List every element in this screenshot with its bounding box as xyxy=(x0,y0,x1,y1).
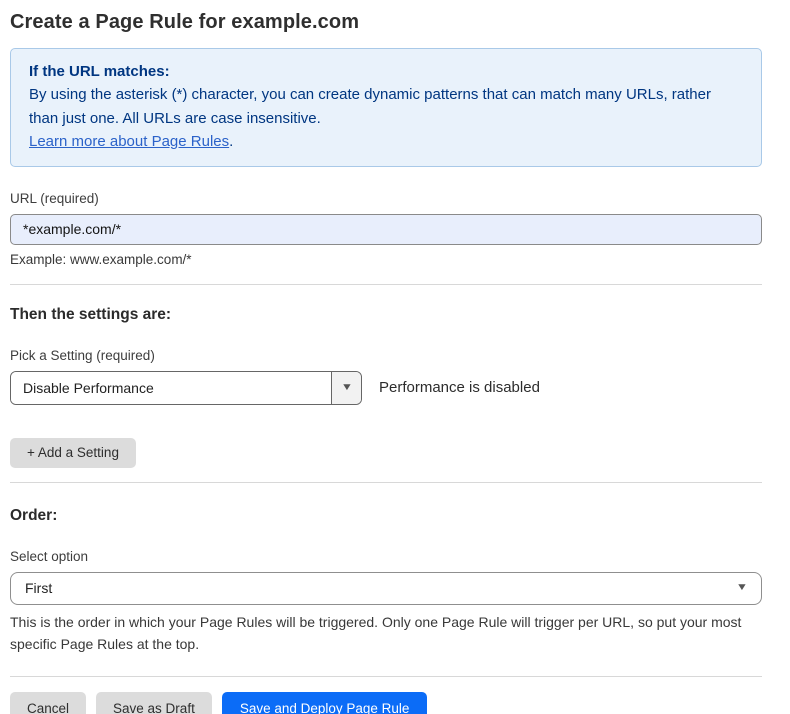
chevron-down-icon: ▼ xyxy=(736,583,748,593)
setting-row: Disable Performance ▼ Performance is dis… xyxy=(10,371,762,405)
setting-select[interactable]: Disable Performance ▼ xyxy=(10,371,362,405)
order-helper-text: This is the order in which your Page Rul… xyxy=(10,611,762,656)
callout-heading: If the URL matches: xyxy=(29,60,743,83)
link-period: . xyxy=(229,133,233,150)
order-section-heading: Order: xyxy=(10,507,762,525)
callout-link-line: Learn more about Page Rules. xyxy=(29,130,743,153)
order-select[interactable]: First ▼ xyxy=(10,572,762,605)
save-and-deploy-button[interactable]: Save and Deploy Page Rule xyxy=(222,692,428,714)
add-setting-button[interactable]: + Add a Setting xyxy=(10,438,136,468)
page-rule-form: Create a Page Rule for example.com If th… xyxy=(10,11,762,714)
order-select-label: Select option xyxy=(10,549,762,564)
setting-select-arrow-button[interactable]: ▼ xyxy=(331,372,361,404)
page-title: Create a Page Rule for example.com xyxy=(10,11,762,34)
learn-more-link[interactable]: Learn more about Page Rules xyxy=(29,133,229,150)
chevron-down-icon: ▼ xyxy=(340,383,352,393)
url-match-callout: If the URL matches: By using the asteris… xyxy=(10,48,762,167)
url-input[interactable] xyxy=(10,214,762,245)
form-actions: Cancel Save as Draft Save and Deploy Pag… xyxy=(10,692,762,714)
settings-section-heading: Then the settings are: xyxy=(10,306,762,324)
callout-body: By using the asterisk (*) character, you… xyxy=(29,83,743,130)
divider xyxy=(10,676,762,677)
save-as-draft-button[interactable]: Save as Draft xyxy=(96,692,212,714)
url-field-label: URL (required) xyxy=(10,191,762,206)
url-example-helper: Example: www.example.com/* xyxy=(10,252,762,267)
divider xyxy=(10,482,762,483)
cancel-button[interactable]: Cancel xyxy=(10,692,86,714)
setting-select-value: Disable Performance xyxy=(11,372,331,404)
divider xyxy=(10,284,762,285)
order-select-value: First xyxy=(25,580,52,596)
setting-status-text: Performance is disabled xyxy=(379,379,540,396)
pick-setting-label: Pick a Setting (required) xyxy=(10,348,762,363)
